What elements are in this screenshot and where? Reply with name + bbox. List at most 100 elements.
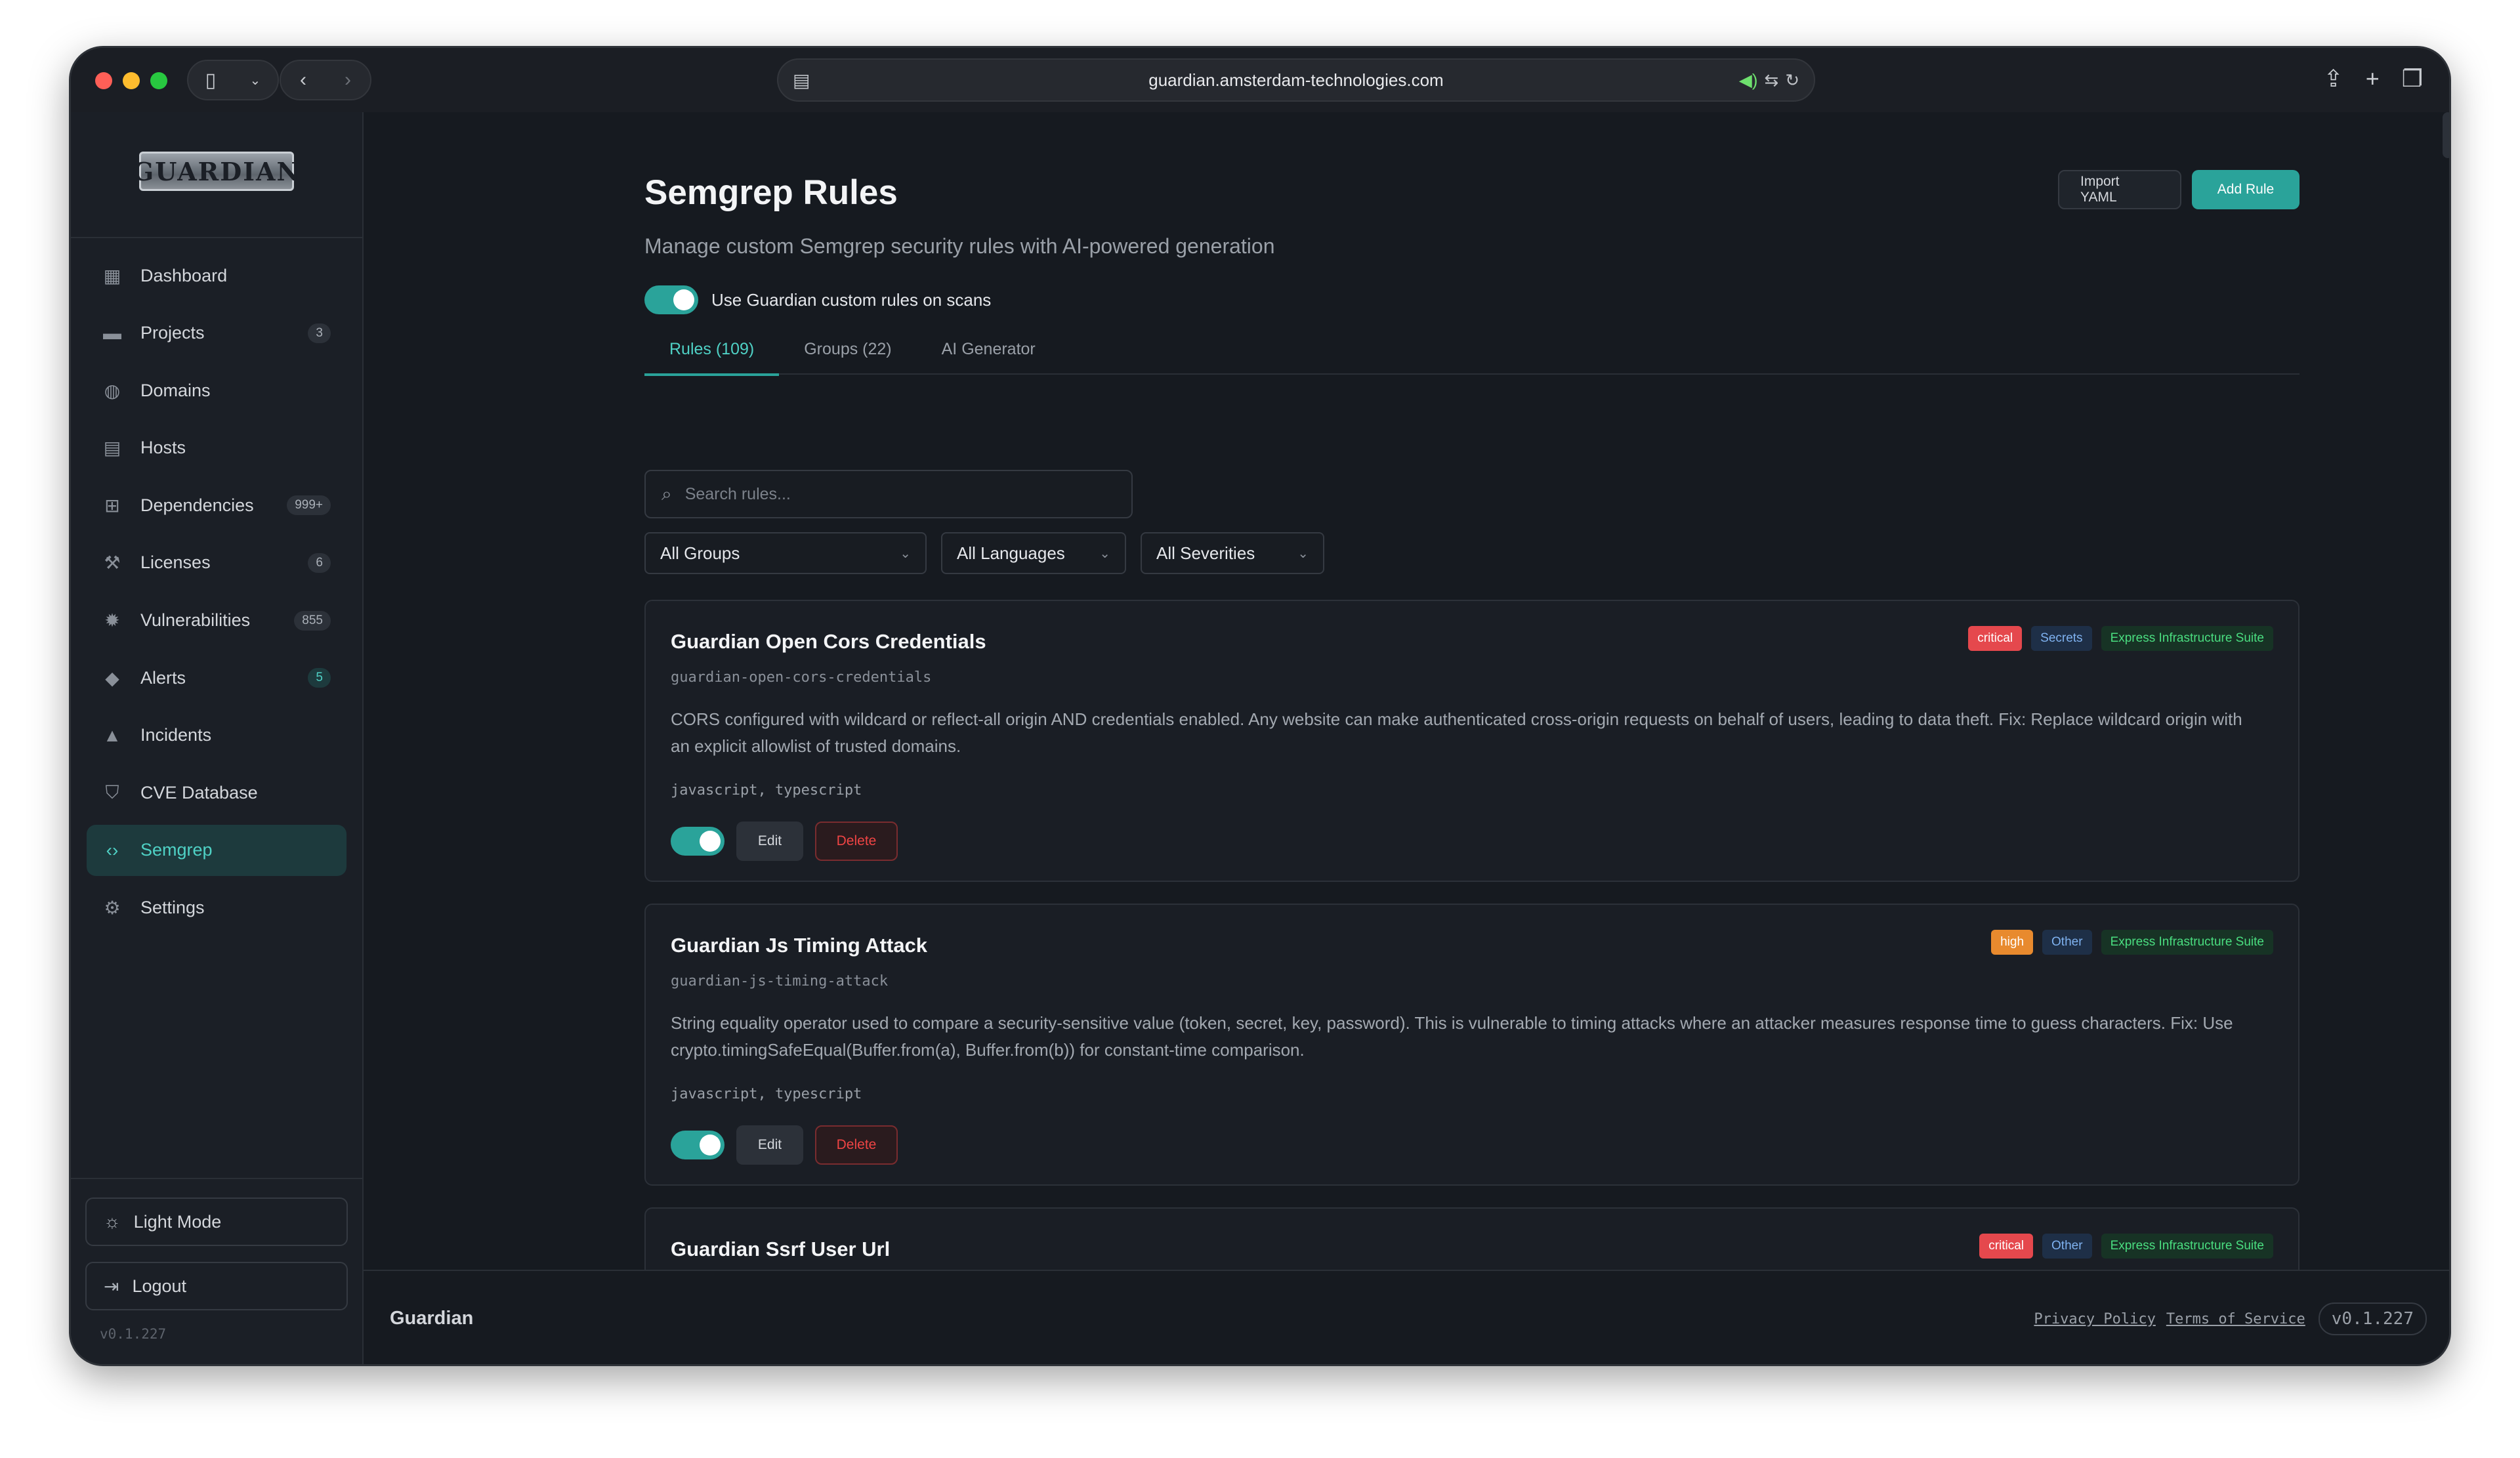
maximize-window-button[interactable] — [150, 72, 167, 89]
groups-filter-select[interactable]: All Groups ⌄ — [644, 532, 927, 574]
sidebar-bottom: ☼ Light Mode ⇥ Logout v0.1.227 — [71, 1178, 362, 1364]
forward-icon[interactable]: › — [345, 69, 351, 91]
severity-badge: critical — [1979, 1234, 2034, 1259]
translate-icon[interactable]: ⇆ — [1764, 70, 1778, 91]
footer-links: Privacy Policy Terms of Service v0.1.227 — [2034, 1302, 2427, 1335]
sidebar-toggle-button[interactable]: ▯ ⌄ — [187, 60, 279, 100]
delete-rule-button[interactable]: Delete — [815, 822, 898, 861]
tab-ai-generator[interactable]: AI Generator — [917, 335, 1060, 375]
rule-id: guardian-open-cors-credentials — [671, 669, 932, 686]
sidebar-item-label: Vulnerabilities — [140, 610, 251, 631]
shield-icon: ⛉ — [105, 781, 119, 802]
sidebar-item-projects[interactable]: ▬ Projects 3 — [87, 308, 346, 359]
sidebar-item-semgrep[interactable]: ‹› Semgrep — [87, 824, 346, 876]
gear-icon: ⚙ — [104, 898, 121, 919]
count-badge: 3 — [308, 323, 331, 343]
browser-actions: ⇪ + ❐ — [2324, 65, 2423, 93]
edit-rule-button[interactable]: Edit — [736, 1125, 803, 1165]
sidebar-version: v0.1.227 — [100, 1326, 167, 1342]
rule-badges: high Other Express Infrastructure Suite — [1991, 930, 2273, 955]
chevron-down-icon: ⌄ — [249, 73, 261, 88]
tabs: Rules (109) Groups (22) AI Generator — [644, 335, 2300, 376]
sidebar-item-alerts[interactable]: ◆ Alerts 5 — [87, 652, 346, 703]
rule-description: String equality operator used to compare… — [671, 1013, 2233, 1060]
delete-rule-button[interactable]: Delete — [815, 1125, 898, 1165]
rule-enabled-toggle[interactable] — [671, 827, 724, 856]
privacy-policy-link[interactable]: Privacy Policy — [2034, 1311, 2155, 1327]
reload-icon[interactable]: ↻ — [1785, 70, 1799, 91]
rule-description: CORS configured with wildcard or reflect… — [671, 709, 2242, 756]
share-icon[interactable]: ⇪ — [2324, 65, 2343, 93]
new-tab-icon[interactable]: + — [2366, 65, 2380, 93]
address-bar[interactable]: ▤ guardian.amsterdam-technologies.com ◀)… — [777, 58, 1815, 102]
tab-groups[interactable]: Groups (22) — [779, 335, 916, 375]
sidebar-item-dashboard[interactable]: ▦ Dashboard — [87, 250, 346, 301]
chevron-down-icon: ⌄ — [900, 546, 911, 561]
languages-filter-select[interactable]: All Languages ⌄ — [941, 532, 1126, 574]
scrollbar[interactable] — [2443, 112, 2449, 158]
import-yaml-button[interactable]: Import YAML — [2058, 170, 2181, 209]
sidebar-item-label: Semgrep — [140, 840, 213, 860]
edit-rule-button[interactable]: Edit — [736, 822, 803, 861]
severities-filter-select[interactable]: All Severities ⌄ — [1141, 532, 1324, 574]
light-mode-button[interactable]: ☼ Light Mode — [85, 1198, 348, 1246]
filters: All Groups ⌄ All Languages ⌄ All Severit… — [644, 532, 1324, 574]
header-actions: Import YAML Add Rule — [2058, 170, 2300, 209]
sidebar-item-label: Licenses — [140, 552, 211, 573]
bug-icon: ✹ — [104, 610, 120, 631]
rule-badges: critical Other Express Infrastructure Su… — [1979, 1234, 2273, 1259]
sidebar-item-hosts[interactable]: ▤ Hosts — [87, 423, 346, 474]
chevron-down-icon: ⌄ — [1099, 546, 1110, 561]
dashboard-icon: ▦ — [103, 265, 121, 286]
sidebar-item-vulnerabilities[interactable]: ✹ Vulnerabilities 855 — [87, 595, 346, 646]
footer-version: v0.1.227 — [2318, 1302, 2427, 1335]
count-badge: 855 — [294, 610, 331, 631]
bell-icon: ◆ — [105, 667, 119, 688]
category-badge: Secrets — [2031, 626, 2092, 651]
search-icon: ⌕ — [662, 483, 672, 504]
close-window-button[interactable] — [95, 72, 112, 89]
custom-rules-toggle[interactable] — [644, 285, 698, 314]
sidebar-item-label: Hosts — [140, 438, 186, 458]
back-icon[interactable]: ‹ — [300, 69, 306, 91]
rule-title: Guardian Ssrf User Url — [671, 1238, 891, 1260]
groups-filter-value: All Groups — [660, 543, 740, 563]
tab-overview-icon[interactable]: ❐ — [2402, 65, 2423, 93]
terms-of-service-link[interactable]: Terms of Service — [2166, 1311, 2305, 1327]
rule-actions: Edit Delete — [671, 1125, 898, 1165]
logout-button[interactable]: ⇥ Logout — [85, 1262, 348, 1310]
sidebar-item-label: Dashboard — [140, 265, 228, 285]
minimize-window-button[interactable] — [123, 72, 140, 89]
search-input[interactable] — [684, 484, 1105, 504]
address-actions: ◀) ⇆ ↻ — [1739, 70, 1799, 91]
rule-id: guardian-js-timing-attack — [671, 973, 889, 989]
rule-title: Guardian Open Cors Credentials — [671, 630, 986, 653]
address-url: guardian.amsterdam-technologies.com — [1148, 70, 1444, 90]
rule-enabled-toggle[interactable] — [671, 1131, 724, 1159]
main-content: Semgrep Rules Manage custom Semgrep secu… — [364, 112, 2449, 1274]
browser-window: ▯ ⌄ ‹ › ▤ guardian.amsterdam-technologie… — [69, 46, 2451, 1366]
code-icon: ‹› — [106, 839, 119, 860]
category-badge: Other — [2042, 1234, 2092, 1259]
sidebar-item-licenses[interactable]: ⚒ Licenses 6 — [87, 537, 346, 589]
sidebar-item-cve-database[interactable]: ⛉ CVE Database — [87, 767, 346, 818]
custom-rules-toggle-label: Use Guardian custom rules on scans — [711, 289, 992, 310]
browser-titlebar: ▯ ⌄ ‹ › ▤ guardian.amsterdam-technologie… — [71, 48, 2449, 112]
sidebar-item-label: Domains — [140, 380, 211, 400]
sidebar-item-incidents[interactable]: ▲ Incidents — [87, 710, 346, 761]
sidebar-item-dependencies[interactable]: ⊞ Dependencies 999+ — [87, 480, 346, 531]
sidebar-item-domains[interactable]: ◍ Domains — [87, 365, 346, 416]
add-rule-button[interactable]: Add Rule — [2192, 170, 2300, 209]
gavel-icon: ⚒ — [104, 552, 121, 573]
severity-badge: critical — [1968, 626, 2023, 651]
page-settings-icon[interactable]: ▤ — [793, 70, 810, 91]
footer: Guardian Privacy Policy Terms of Service… — [364, 1270, 2449, 1364]
speaker-icon[interactable]: ◀) — [1739, 70, 1758, 91]
tab-rules[interactable]: Rules (109) — [644, 335, 780, 376]
globe-icon: ◍ — [104, 380, 121, 401]
suite-badge: Express Infrastructure Suite — [2101, 1234, 2273, 1259]
rule-title: Guardian Js Timing Attack — [671, 934, 928, 957]
count-badge: 5 — [308, 668, 331, 688]
sidebar-item-settings[interactable]: ⚙ Settings — [87, 883, 346, 934]
guardian-logo[interactable]: GUARDIAN — [133, 152, 299, 191]
